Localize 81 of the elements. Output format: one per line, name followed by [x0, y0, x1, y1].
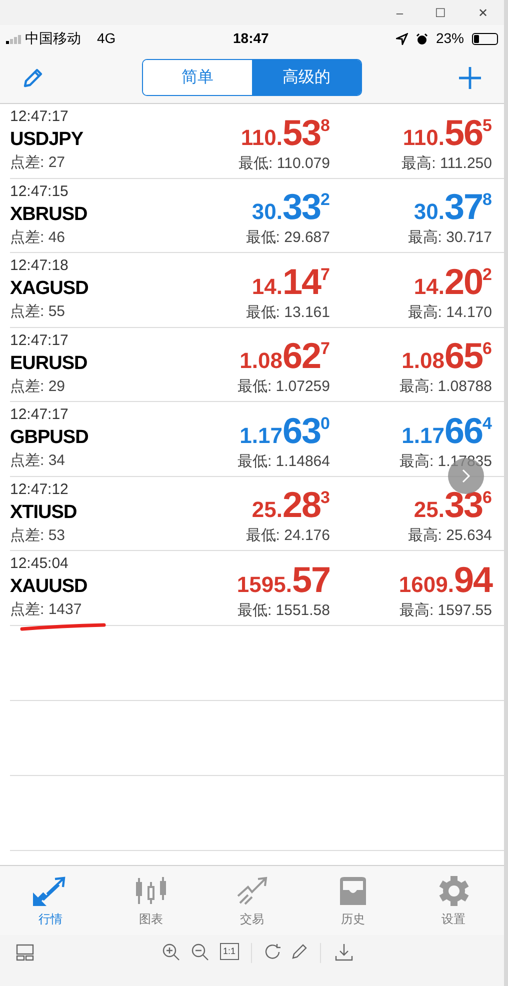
segment-tab[interactable]: 高级的 [252, 60, 361, 95]
bid-price: 1.0862$^{7}$ [240, 338, 330, 374]
ask-price: 14.20$^{2}$ [414, 264, 492, 300]
trend-line-icon[interactable] [234, 876, 269, 906]
add-icon[interactable] [458, 66, 482, 90]
bid-price: 30.33$^{2}$ [252, 189, 330, 225]
zoom-in-icon[interactable] [162, 943, 180, 961]
low-label: 最低: 1551.58 [237, 600, 330, 620]
spread-label: 点差: 29 [10, 376, 66, 396]
low-label: 最低: 1.14864 [237, 452, 330, 472]
chevron-icon [460, 468, 472, 484]
high-label: 最高: 30.717 [408, 228, 492, 248]
low-label: 最低: 1.07259 [237, 377, 330, 397]
spread-label: 点差: 46 [10, 228, 66, 248]
bid-price: 110.53$^{8}$ [240, 114, 330, 150]
close-button[interactable]: ✕ [474, 6, 492, 18]
status-time: 18:47 [233, 29, 269, 48]
symbol-name: XAUUSD [10, 575, 88, 599]
low-label: 最低: 13.161 [246, 302, 330, 322]
spread-label: 点差: 27 [10, 153, 66, 173]
high-label: 最高: 111.250 [402, 154, 492, 174]
spread-label: 点差: 1437 [10, 600, 82, 620]
tab-label[interactable]: 行情 [38, 910, 62, 928]
symbol-name: XAGUSD [10, 277, 90, 301]
alarm-icon [416, 32, 428, 44]
battery-percent: 23% [436, 29, 464, 48]
tab-label[interactable]: 设置 [442, 910, 466, 928]
maximize-button[interactable]: ☐ [431, 6, 450, 18]
tab-label[interactable]: 图表 [139, 910, 164, 928]
tab-label[interactable]: 交易 [240, 910, 264, 928]
zoom-out-icon[interactable] [191, 943, 209, 961]
high-label: 最高: 14.170 [408, 302, 492, 322]
high-label: 最高: 1597.55 [399, 600, 492, 620]
ask-price: 25.33$^{6}$ [414, 487, 492, 523]
ask-price: 30.37$^{8}$ [414, 189, 492, 225]
bid-price: 1.1763$^{0}$ [240, 412, 330, 448]
bid-price: 14.14$^{7}$ [252, 264, 330, 300]
settings-icon[interactable] [436, 876, 471, 906]
location-icon [396, 32, 408, 44]
segment-tab[interactable]: 简单 [143, 60, 252, 95]
rotate-icon[interactable] [264, 943, 282, 961]
quote-time: 12:47:15 [10, 182, 70, 202]
actual-size-button[interactable]: 1:1 [220, 943, 239, 960]
symbol-name: USDJPY [10, 128, 84, 152]
ask-price: 110.56$^{5}$ [402, 114, 492, 150]
download-icon[interactable] [334, 943, 353, 961]
candlestick-icon[interactable] [134, 876, 168, 906]
bid-price: 25.28$^{3}$ [252, 487, 330, 523]
low-label: 最低: 24.176 [246, 526, 330, 546]
arrows-icon[interactable] [33, 876, 68, 906]
edit-icon[interactable] [22, 66, 44, 88]
quote-time: 12:47:17 [10, 107, 70, 127]
symbol-name: EURUSD [10, 352, 88, 376]
low-label: 最低: 110.079 [238, 154, 330, 174]
symbol-name: XBRUSD [10, 202, 88, 226]
high-label: 最高: 1.08788 [399, 377, 492, 397]
quote-time: 12:45:04 [10, 554, 70, 574]
ask-price: 1.0865$^{6}$ [402, 338, 492, 374]
symbol-name: GBPUSD [10, 426, 90, 450]
minimize-button[interactable]: – [392, 6, 407, 18]
tab-label[interactable]: 历史 [340, 910, 365, 928]
signal-icon [6, 34, 21, 44]
quote-time: 12:47:17 [10, 405, 70, 425]
ask-price: 1.1766$^{4}$ [402, 412, 492, 448]
quote-time: 12:47:18 [10, 256, 70, 276]
symbol-name: XTIUSD [10, 500, 78, 524]
ask-price: 1609.94 [398, 562, 492, 598]
high-label: 最高: 25.634 [408, 526, 492, 546]
battery-icon [472, 32, 498, 44]
layout-icon[interactable] [16, 943, 34, 961]
carrier-name: 中国移动 [25, 29, 81, 48]
edit-icon[interactable] [290, 943, 308, 961]
spread-label: 点差: 55 [10, 302, 66, 322]
network-type: 4G [97, 29, 116, 48]
quote-time: 12:47:17 [10, 330, 70, 350]
high-label: 最高: 1.17835 [399, 452, 492, 472]
quote-time: 12:47:12 [10, 480, 70, 500]
spread-label: 点差: 53 [10, 526, 66, 546]
spread-label: 点差: 34 [10, 451, 66, 471]
bid-price: 1595.57 [236, 562, 330, 598]
low-label: 最低: 29.687 [246, 228, 330, 248]
